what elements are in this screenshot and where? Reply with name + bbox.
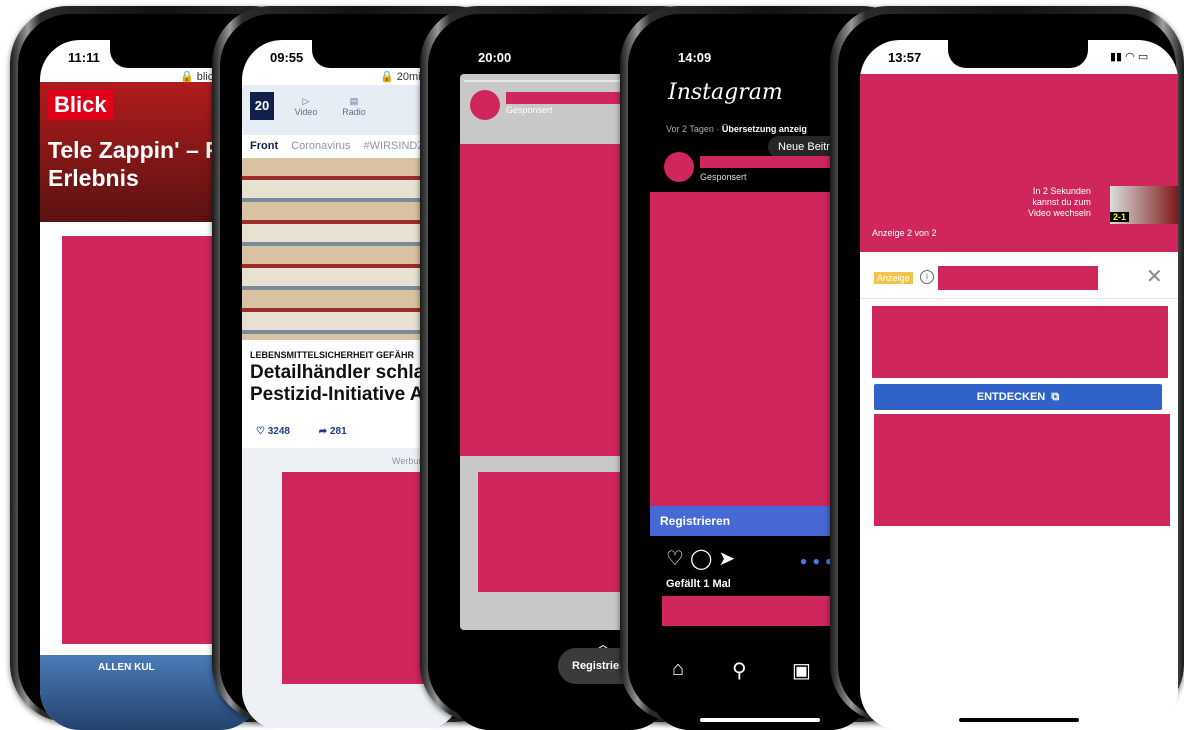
skip-line-1: In 2 Sekunden [1032, 186, 1091, 196]
discover-label: ENTDECKEN [976, 391, 1046, 403]
sponsor-avatar[interactable] [664, 152, 694, 182]
skip-countdown[interactable]: In 2 Sekunden kannst du zum Video wechse… [1028, 186, 1091, 219]
video-ad-player[interactable] [860, 74, 1178, 252]
nav-video[interactable]: ▷ Video [286, 96, 326, 117]
ad-counter: Anzeige 2 von 2 [872, 228, 937, 238]
instagram-logo[interactable]: Instagram [668, 80, 783, 105]
tab-front[interactable]: Front [250, 140, 278, 152]
nav-video-label: Video [294, 107, 318, 117]
score-overlay: 2-1 [1110, 212, 1130, 222]
info-icon[interactable]: i [920, 270, 934, 284]
radio-icon: ▤ [349, 96, 359, 106]
home-icon[interactable]: ⌂ [672, 658, 684, 681]
article-headline[interactable]: Detailhändler schla Pestizid-Initiative … [250, 362, 424, 406]
likes-count: 3248 [267, 426, 290, 437]
translate-link[interactable]: Übersetzung anzeig [722, 124, 807, 134]
20min-logo[interactable]: 20 [250, 92, 274, 120]
category-tabs: Front Coronavirus #WIRSINDZU [250, 140, 432, 152]
play-icon: ▷ [302, 96, 310, 106]
shares-count: 281 [329, 426, 347, 437]
post-actions: ♡◯➤ [666, 546, 741, 571]
battery-icon: ▮▮ ◠ ▭ [1110, 51, 1149, 63]
sponsor-avatar[interactable] [470, 90, 500, 120]
status-time: 14:09 [678, 50, 712, 65]
share-icon[interactable]: ➦ [319, 426, 327, 437]
blick-logo[interactable]: Blick [48, 90, 113, 120]
ad-description-placeholder[interactable] [874, 414, 1170, 526]
ad-headline-placeholder[interactable] [872, 306, 1168, 378]
notch [948, 40, 1088, 68]
heart-icon[interactable]: ♡ [666, 548, 690, 570]
post-meta: Vor 2 Tagen · Übersetzung anzeig [666, 124, 807, 134]
status-time: 11:11 [68, 50, 100, 65]
nav-radio-label: Radio [342, 107, 366, 117]
likes-count: Gefällt 1 Mal [666, 578, 731, 590]
phone-youtube: 13:57 ▮▮ ◠ ▭ In 2 Sekunden kannst du zum… [830, 6, 1184, 730]
status-time: 20:00 [478, 50, 512, 65]
reaction-icon[interactable]: ♡ [256, 426, 265, 437]
phone-bezel: 13:57 ▮▮ ◠ ▭ In 2 Sekunden kannst du zum… [838, 14, 1178, 730]
ad-badge: Anzeige [874, 272, 913, 284]
sponsored-label: Gesponsert [700, 172, 747, 182]
status-time: 13:57 [888, 50, 922, 65]
post-age: Vor 2 Tagen · [666, 124, 720, 134]
screen-youtube: 13:57 ▮▮ ◠ ▭ In 2 Sekunden kannst du zum… [860, 40, 1178, 730]
reels-icon[interactable]: ▣ [792, 658, 811, 683]
status-time: 09:55 [270, 50, 304, 65]
article-kicker: LEBENSMITTELSICHERHEIT GEFÄHR [250, 350, 415, 360]
photo-caption: ALLEN KUL [98, 662, 155, 673]
headline-line-1: Detailhändler schla [250, 362, 425, 383]
send-icon[interactable]: ➤ [718, 548, 741, 570]
nav-radio[interactable]: ▤ Radio [334, 96, 374, 117]
headline-line-2: Pestizid-Initiative A [250, 384, 424, 405]
home-indicator [700, 718, 820, 722]
search-icon[interactable]: ⚲ [732, 658, 747, 683]
carousel-dots: ● ● ● [800, 554, 834, 568]
skip-line-2: kannst du zum [1032, 197, 1091, 207]
skip-line-3: Video wechseln [1028, 208, 1091, 218]
comment-icon[interactable]: ◯ [690, 548, 718, 570]
article-stats: ♡ 3248 ➦ 281 [256, 426, 347, 437]
tab-coronavirus[interactable]: Coronavirus [291, 140, 350, 152]
home-indicator [959, 718, 1079, 722]
sponsored-label: Gesponsert [506, 105, 553, 115]
external-link-icon: ⧉ [1048, 391, 1060, 403]
close-icon[interactable]: ✕ [1146, 264, 1163, 289]
discover-button[interactable]: ENTDECKEN ⧉ [874, 384, 1162, 410]
advertiser-placeholder[interactable] [938, 266, 1098, 290]
